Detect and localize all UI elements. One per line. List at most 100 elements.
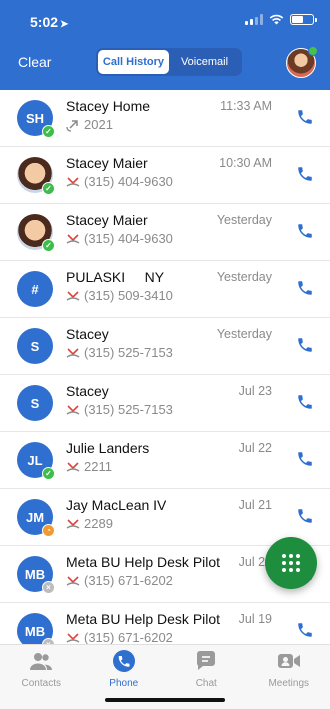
tab-label: Meetings <box>268 678 310 689</box>
call-detail: (315) 671-6202 <box>66 573 173 588</box>
call-row[interactable]: SH ✓ Stacey Home 2021 11:33 AM <box>0 90 330 147</box>
cell-signal-icon <box>245 14 263 25</box>
call-time: Yesterday <box>216 327 272 341</box>
contact-avatar: ✓ <box>17 157 55 195</box>
call-number: (315) 671-6202 <box>84 630 173 644</box>
call-row[interactable]: MB × Meta BU Help Desk Pilot (315) 671-6202… <box>0 603 330 644</box>
missed-call-icon <box>66 176 80 187</box>
tab-meetings[interactable]: Meetings <box>248 645 330 709</box>
home-indicator <box>105 698 225 702</box>
call-time: 10:30 AM <box>219 156 272 170</box>
call-row[interactable]: ✓ Stacey Maier (315) 404-9630 Yesterday <box>0 204 330 261</box>
contact-avatar: JM ◔ <box>17 499 55 537</box>
call-detail: (315) 404-9630 <box>66 231 173 246</box>
missed-call-icon <box>66 404 80 415</box>
call-number: (315) 509-3410 <box>84 288 173 303</box>
phone-icon <box>298 451 312 466</box>
presence-available-icon: ✓ <box>42 239 55 252</box>
call-row[interactable]: JM ◔ Jay MacLean IV 2289 Jul 21 <box>0 489 330 546</box>
contacts-icon <box>29 650 53 675</box>
call-row[interactable]: JL ✓ Julie Landers 2211 Jul 22 <box>0 432 330 489</box>
avatar-initials: S <box>30 395 40 411</box>
history-segmented-control: Call History Voicemail <box>96 48 242 76</box>
call-row[interactable]: ✓ Stacey Maier (315) 404-9630 10:30 AM <box>0 147 330 204</box>
call-row[interactable]: S Stacey (315) 525-7153 Yesterday <box>0 318 330 375</box>
dialpad-button[interactable] <box>265 537 317 589</box>
call-back-button[interactable] <box>294 620 316 642</box>
contact-name: PULASKI NY <box>66 269 165 285</box>
meetings-icon <box>277 650 301 675</box>
call-number: (315) 525-7153 <box>84 402 173 417</box>
contact-avatar: # <box>17 271 53 307</box>
avatar-initials: # <box>31 281 39 297</box>
call-back-button[interactable] <box>294 449 316 471</box>
profile-avatar[interactable] <box>286 46 318 78</box>
tab-label: Chat <box>195 678 217 689</box>
outgoing-call-icon <box>66 119 78 132</box>
battery-icon <box>290 14 317 25</box>
call-detail: (315) 525-7153 <box>66 345 173 360</box>
call-number: (315) 671-6202 <box>84 573 173 588</box>
contact-name: Stacey <box>66 383 109 399</box>
avatar-initials: S <box>30 338 40 354</box>
missed-call-icon <box>66 518 80 529</box>
call-row[interactable]: S Stacey (315) 525-7153 Jul 23 <box>0 375 330 432</box>
call-detail: (315) 525-7153 <box>66 402 173 417</box>
missed-call-icon <box>66 347 80 358</box>
call-time: Jul 22 <box>238 441 272 455</box>
call-number: 2021 <box>84 117 113 132</box>
call-time: 11:33 AM <box>220 99 272 113</box>
call-back-button[interactable] <box>294 221 316 243</box>
missed-call-icon <box>66 575 80 586</box>
phone-icon <box>298 394 312 409</box>
missed-call-icon <box>66 290 80 301</box>
call-back-button[interactable] <box>294 164 316 186</box>
clear-button[interactable]: Clear <box>18 54 51 70</box>
phone-icon <box>298 337 312 352</box>
avatar-initials: JM <box>25 509 45 525</box>
tab-contacts[interactable]: Contacts <box>0 645 83 709</box>
contact-avatar: S <box>17 385 53 421</box>
contact-avatar: JL ✓ <box>17 442 55 480</box>
phone-icon <box>298 508 312 523</box>
call-back-button[interactable] <box>294 392 316 414</box>
call-detail: (315) 671-6202 <box>66 630 173 644</box>
call-detail: 2021 <box>66 117 113 132</box>
phone-icon <box>298 223 312 238</box>
call-back-button[interactable] <box>294 107 316 129</box>
contact-avatar: MB × <box>17 556 55 594</box>
battery-fill <box>292 16 303 23</box>
contact-name: Stacey Maier <box>66 212 148 228</box>
call-back-button[interactable] <box>294 506 316 528</box>
presence-available-icon: ✓ <box>42 125 55 138</box>
contact-avatar: MB × <box>17 613 55 644</box>
status-icons <box>245 14 317 25</box>
contact-name: Meta BU Help Desk Pilot <box>66 554 221 570</box>
dialpad-icon <box>282 554 300 572</box>
tab-voicemail[interactable]: Voicemail <box>169 50 240 74</box>
call-time: Jul 21 <box>238 498 272 512</box>
tab-call-history[interactable]: Call History <box>98 50 169 74</box>
phone-icon <box>298 622 312 637</box>
call-row[interactable]: # PULASKI NY (315) 509-3410 Yesterday <box>0 261 330 318</box>
call-time: Yesterday <box>216 213 272 227</box>
contact-avatar: SH ✓ <box>17 100 55 138</box>
status-bar: 5:02 ➤ <box>0 0 330 36</box>
contact-name: Jay MacLean IV <box>66 497 167 513</box>
call-number: 2211 <box>84 459 112 474</box>
avatar-initials: SH <box>25 110 45 126</box>
contact-name: Stacey Home <box>66 98 151 114</box>
chat-icon <box>194 650 218 675</box>
presence-available-icon: ✓ <box>42 182 55 195</box>
avatar-initials: JL <box>27 452 43 468</box>
call-number: 2289 <box>84 516 113 531</box>
call-time: Jul 19 <box>238 612 272 626</box>
wifi-icon <box>269 14 284 25</box>
call-detail: (315) 404-9630 <box>66 174 173 189</box>
call-back-button[interactable] <box>294 278 316 300</box>
location-arrow-icon: ➤ <box>60 19 69 30</box>
call-back-button[interactable] <box>294 335 316 357</box>
tab-label: Contacts <box>21 678 61 689</box>
presence-available-icon <box>308 46 318 56</box>
missed-call-icon <box>66 461 80 472</box>
